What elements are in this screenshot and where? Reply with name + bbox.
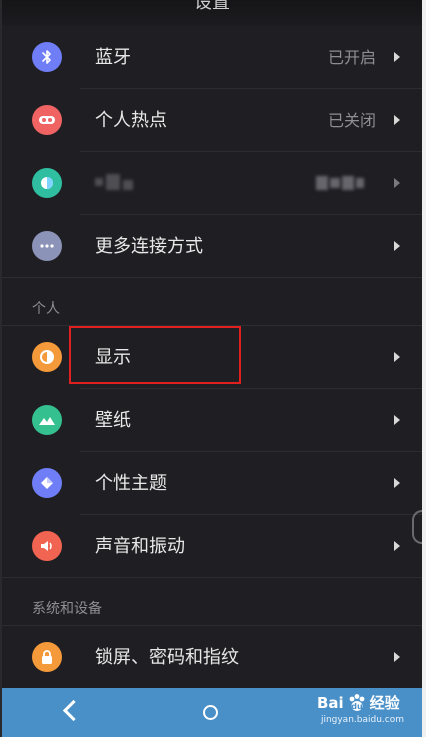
chevron-right-icon	[394, 241, 400, 251]
settings-row-wallpaper[interactable]: 壁纸	[2, 389, 422, 452]
section-title: 个人	[32, 301, 60, 317]
settings-row-theme[interactable]: 个性主题	[2, 452, 422, 515]
floating-ball-edge[interactable]	[412, 510, 422, 544]
lock-icon	[32, 642, 62, 672]
sound-icon	[32, 531, 62, 561]
highlight-box	[69, 326, 241, 384]
row-value: 已关闭	[327, 111, 376, 130]
chevron-right-icon	[394, 415, 400, 425]
paw-icon: du	[349, 694, 365, 711]
chevron-right-icon	[394, 352, 400, 362]
network-icon	[32, 168, 62, 198]
settings-screen: 设置 蓝牙 已开启 个人热点 已关闭 更多连接方式 个人 显示 壁纸 个性主题 …	[2, 0, 422, 737]
watermark-brand: Bai	[316, 694, 344, 712]
right-edge	[422, 0, 426, 737]
settings-row-more-connections[interactable]: 更多连接方式	[2, 215, 422, 278]
section-title: 系统和设备	[32, 601, 102, 617]
settings-row-bluetooth[interactable]: 蓝牙 已开启	[2, 26, 422, 89]
row-label: 个人热点	[95, 110, 167, 131]
row-label: 壁纸	[95, 410, 131, 431]
watermark-suffix: 经验	[369, 694, 400, 712]
settings-row-sound[interactable]: 声音和振动	[2, 515, 422, 578]
left-edge	[0, 0, 2, 737]
section-header-personal: 个人	[2, 278, 422, 326]
display-icon	[32, 342, 62, 372]
chevron-right-icon	[394, 478, 400, 488]
section-header-system: 系统和设备	[2, 578, 422, 626]
navigation-bar: Bai du 经验 jingyan.baidu.com	[2, 688, 422, 737]
bluetooth-icon	[32, 42, 62, 72]
row-label: 锁屏、密码和指纹	[95, 647, 239, 668]
settings-row-hotspot[interactable]: 个人热点 已关闭	[2, 89, 422, 152]
back-icon[interactable]	[62, 699, 85, 722]
row-label: 声音和振动	[95, 536, 185, 557]
settings-row-blurred[interactable]	[2, 152, 422, 215]
home-icon[interactable]	[203, 705, 218, 720]
page-title: 设置	[194, 0, 230, 13]
top-bar: 设置	[2, 0, 422, 26]
wallpaper-icon	[32, 405, 62, 435]
blurred-value	[316, 176, 376, 192]
settings-row-lockscreen[interactable]: 锁屏、密码和指纹	[2, 626, 422, 689]
watermark-url: jingyan.baidu.com	[320, 715, 404, 725]
hotspot-icon	[32, 105, 62, 135]
row-label: 蓝牙	[95, 47, 131, 68]
svg-text:du: du	[351, 702, 363, 711]
more-icon	[32, 231, 62, 261]
chevron-right-icon	[394, 541, 400, 551]
row-value: 已开启	[327, 48, 376, 67]
row-label: 更多连接方式	[95, 236, 203, 257]
chevron-right-icon	[394, 115, 400, 125]
watermark: Bai du 经验 jingyan.baidu.com	[317, 692, 404, 726]
chevron-right-icon	[394, 52, 400, 62]
theme-icon	[32, 468, 62, 498]
blurred-label	[95, 174, 145, 194]
chevron-right-icon	[394, 652, 400, 662]
chevron-right-icon	[394, 178, 400, 188]
row-label: 个性主题	[95, 473, 167, 494]
